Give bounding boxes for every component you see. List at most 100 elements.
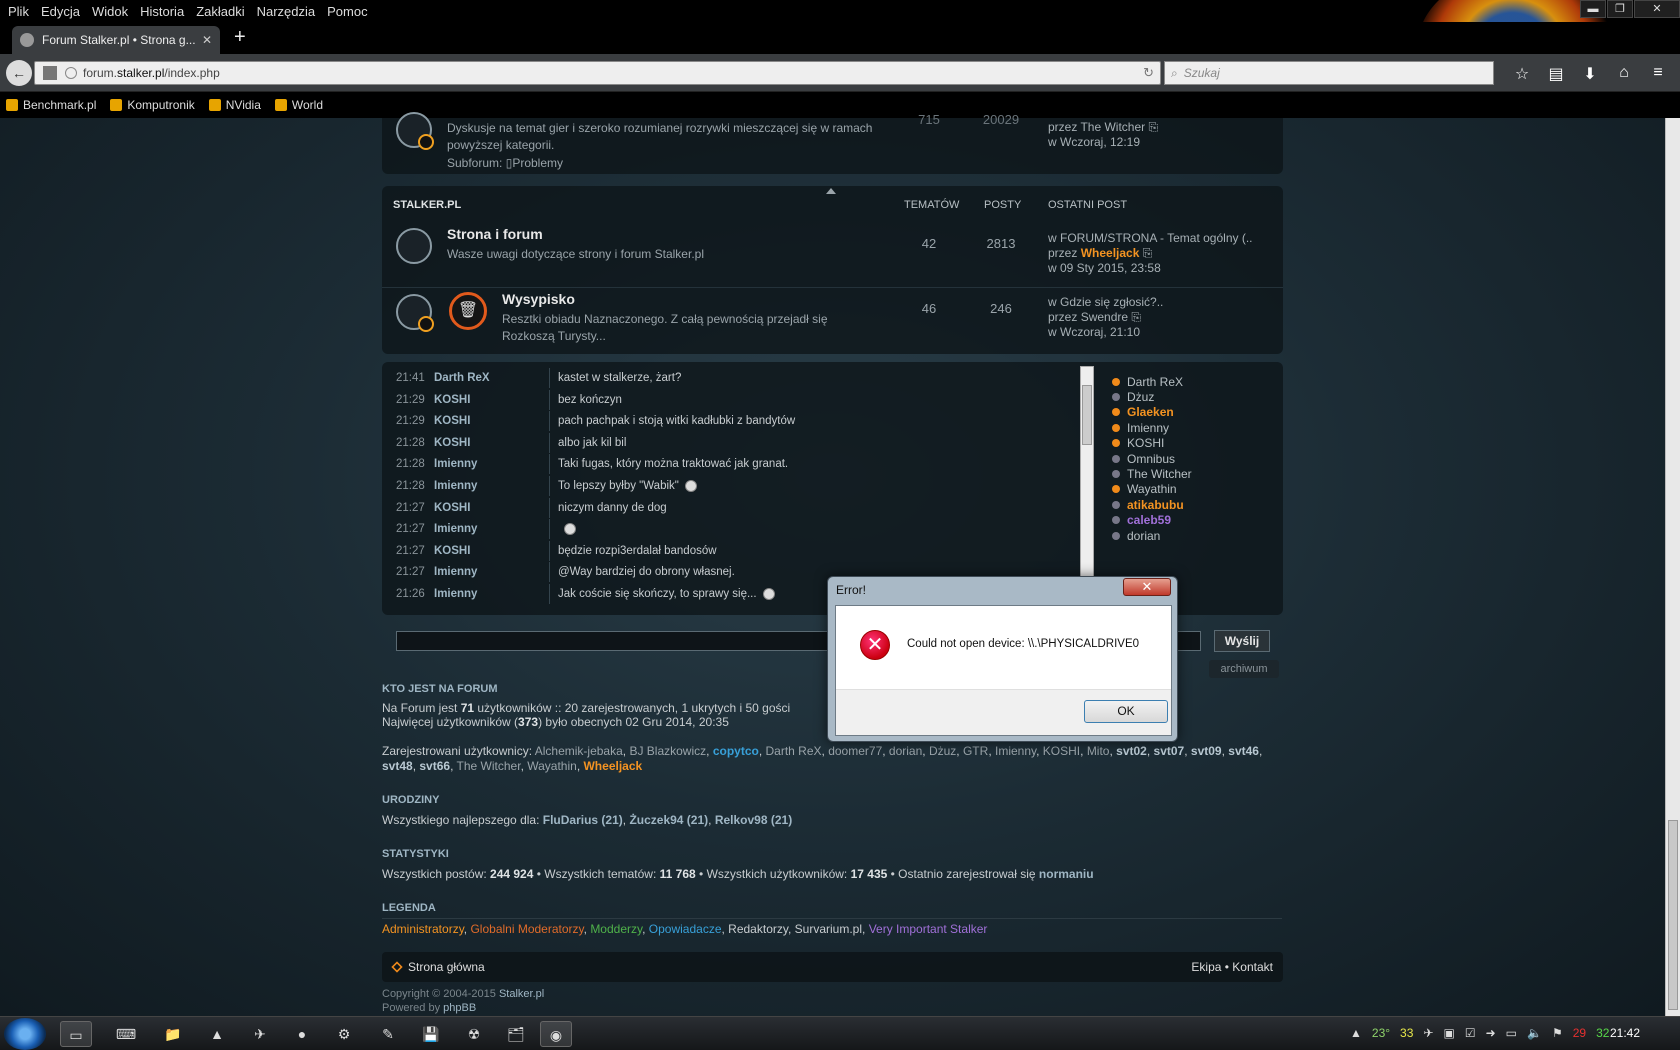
birthday-user-link[interactable]: FluDarius (21)	[543, 813, 623, 827]
online-user[interactable]: Glaeken	[1112, 405, 1174, 420]
globe-icon[interactable]	[65, 67, 77, 79]
legend-group-link[interactable]: Redaktorzy	[728, 922, 788, 936]
reload-icon[interactable]: ↻	[1143, 65, 1154, 81]
online-user-name[interactable]: Glaeken	[1127, 405, 1174, 419]
tray-expand-icon[interactable]: ▲	[1350, 1026, 1362, 1040]
dialog-close-button[interactable]: ✕	[1123, 578, 1171, 596]
view-post-icon[interactable]: ⎘	[1131, 310, 1141, 324]
registered-user-link[interactable]: BJ Blazkowicz	[629, 744, 706, 758]
newest-user-link[interactable]: normaniu	[1039, 867, 1094, 881]
tool-icon[interactable]: ✎	[372, 1021, 404, 1047]
online-user-name[interactable]: The Witcher	[1127, 467, 1192, 481]
bookmark-komputronik[interactable]: Komputronik	[110, 98, 195, 112]
shout-user[interactable]: KOSHI	[434, 502, 549, 514]
menu-plik[interactable]: Plik	[2, 4, 35, 19]
tray-flag-icon[interactable]: ⚑	[1552, 1026, 1563, 1040]
tray-monitor-icon[interactable]: ▣	[1443, 1026, 1454, 1040]
new-tab-button[interactable]: +	[234, 26, 246, 49]
menu-narzędzia[interactable]: Narzędzia	[251, 4, 322, 19]
tray-volume-icon[interactable]: 🔈	[1527, 1026, 1542, 1040]
registered-user-link[interactable]: Imienny	[995, 744, 1036, 758]
online-user[interactable]: Omnibus	[1112, 451, 1175, 466]
hamburger-menu-icon[interactable]: ≡	[1641, 64, 1675, 84]
online-user-name[interactable]: Omnibus	[1127, 452, 1175, 466]
reading-list-icon[interactable]: ▤	[1539, 64, 1573, 84]
menu-widok[interactable]: Widok	[86, 4, 134, 19]
vlc-icon[interactable]: ▲	[201, 1021, 233, 1047]
shout-user[interactable]: Imienny	[434, 566, 549, 578]
shout-user[interactable]: KOSHI	[434, 394, 549, 406]
online-user-name[interactable]: caleb59	[1127, 513, 1171, 527]
archive-link[interactable]: archiwum	[1209, 660, 1279, 678]
registered-user-link[interactable]: Wayathin	[527, 759, 577, 773]
folder-icon[interactable]: 📁	[157, 1021, 189, 1047]
last-post-author[interactable]: Wheeljack	[1081, 246, 1140, 260]
floppy-icon[interactable]: 💾	[415, 1021, 447, 1047]
online-user[interactable]: caleb59	[1112, 513, 1171, 528]
registered-user-link[interactable]: svt09	[1191, 744, 1222, 758]
page-scrollbar[interactable]	[1665, 118, 1680, 1016]
bookmark-benchmarkpl[interactable]: Benchmark.pl	[6, 98, 96, 112]
legend-group-link[interactable]: Modderzy	[590, 922, 642, 936]
minimize-button[interactable]: ▬	[1580, 0, 1606, 18]
home-link[interactable]: Strona główna	[391, 960, 485, 974]
legend-group-link[interactable]: Very Important Stalker	[869, 922, 988, 936]
firefox-icon[interactable]: ◉	[540, 1021, 572, 1047]
window-close-button[interactable]: ✕	[1634, 0, 1680, 18]
view-post-icon[interactable]: ⎘	[1149, 120, 1159, 134]
online-user[interactable]: Imienny	[1112, 420, 1169, 435]
registered-user-link[interactable]: KOSHI	[1043, 744, 1080, 758]
birthday-user-link[interactable]: Relkov98 (21)	[715, 813, 792, 827]
category-title[interactable]: STALKER.PL	[393, 199, 461, 211]
legend-group-link[interactable]: Administratorzy	[382, 922, 464, 936]
ok-button[interactable]: OK	[1084, 700, 1168, 723]
page-scrollbar-thumb[interactable]	[1668, 820, 1678, 1010]
online-user[interactable]: Dżuz	[1112, 389, 1154, 404]
maximize-button[interactable]: ❐	[1607, 0, 1633, 18]
online-user-name[interactable]: KOSHI	[1127, 436, 1164, 450]
subforum-link[interactable]: Problemy	[512, 156, 563, 170]
send-button[interactable]: Wyślij	[1214, 630, 1270, 652]
url-bar[interactable]: forum.stalker.pl/index.php ↻	[34, 61, 1161, 85]
explorer-icon[interactable]: ▭	[60, 1021, 92, 1047]
legend-group-link[interactable]: Globalni Moderatorzy	[470, 922, 583, 936]
online-user-name[interactable]: Darth ReX	[1127, 375, 1183, 389]
last-post-topic[interactable]: w Gdzie się zgłosić?..	[1048, 295, 1163, 309]
registered-user-link[interactable]: Mito	[1087, 744, 1110, 758]
scrollbar-thumb[interactable]	[1082, 385, 1092, 445]
menu-historia[interactable]: Historia	[134, 4, 190, 19]
registered-user-link[interactable]: Alchemik-jebaka	[535, 744, 623, 758]
registered-user-link[interactable]: svt66	[419, 759, 450, 773]
shout-user[interactable]: KOSHI	[434, 415, 549, 427]
shout-user[interactable]: KOSHI	[434, 437, 549, 449]
steam-icon[interactable]: ⚙	[328, 1021, 360, 1047]
menu-pomoc[interactable]: Pomoc	[321, 4, 373, 19]
online-user-name[interactable]: Wayathin	[1127, 482, 1177, 496]
menu-zakładki[interactable]: Zakładki	[190, 4, 250, 19]
registered-user-link[interactable]: svt02	[1116, 744, 1147, 758]
online-user-name[interactable]: dorian	[1127, 529, 1160, 543]
last-post-author[interactable]: Swendre	[1081, 310, 1128, 324]
download-icon[interactable]: ⬇	[1573, 64, 1607, 84]
shout-user[interactable]: Imienny	[434, 480, 549, 492]
registered-user-link[interactable]: doomer77	[828, 744, 882, 758]
online-user[interactable]: KOSHI	[1112, 436, 1164, 451]
registered-user-link[interactable]: dorian	[889, 744, 922, 758]
birthday-user-link[interactable]: Żuczek94 (21)	[629, 813, 708, 827]
tab-close-icon[interactable]: ✕	[202, 33, 212, 47]
online-user-name[interactable]: Dżuz	[1127, 390, 1154, 404]
tab-forum-stalker[interactable]: Forum Stalker.pl • Strona g... ✕	[12, 26, 220, 54]
bookmark-nvidia[interactable]: NVidia	[208, 98, 261, 112]
view-post-icon[interactable]: ⎘	[1143, 246, 1153, 260]
online-user[interactable]: atikabubu	[1112, 497, 1184, 512]
coin-icon[interactable]: ●	[286, 1021, 318, 1047]
tray-arrow-icon[interactable]: ➜	[1486, 1026, 1496, 1040]
registered-user-link[interactable]: GTR	[963, 744, 988, 758]
online-user[interactable]: The Witcher	[1112, 466, 1192, 481]
search-input[interactable]: ⌕ Szukaj	[1164, 61, 1494, 85]
tray-check-icon[interactable]: ☑	[1465, 1026, 1476, 1040]
last-post-author[interactable]: przez The Witcher	[1048, 120, 1145, 134]
online-user-name[interactable]: atikabubu	[1127, 498, 1184, 512]
bookmark-world[interactable]: World	[274, 98, 323, 112]
forum-title-wysypisko[interactable]: Wysypisko	[502, 291, 575, 307]
